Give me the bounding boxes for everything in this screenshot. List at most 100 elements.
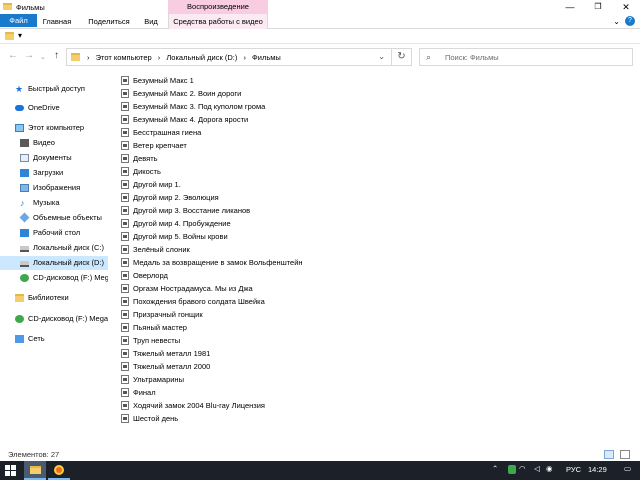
sidebar-item-label: Изображения — [33, 183, 81, 192]
sidebar-item-disk-d[interactable]: Локальный диск (D:) — [0, 256, 108, 270]
file-name: Ультрамарины — [133, 375, 184, 384]
breadcrumb-this-pc[interactable]: Этот компьютер — [96, 53, 152, 62]
documents-icon — [20, 154, 29, 162]
tab-view[interactable]: Вид — [140, 14, 162, 29]
maximize-button[interactable]: ❐ — [584, 0, 612, 14]
taskbar-explorer-button[interactable] — [24, 461, 46, 480]
sidebar-item-network[interactable]: Сеть — [0, 332, 108, 346]
pictures-icon — [20, 184, 29, 192]
up-button[interactable]: ↑ — [54, 50, 59, 61]
disk-icon — [20, 246, 29, 252]
video-file-icon — [121, 245, 129, 254]
breadcrumb-disk-d[interactable]: Локальный диск (D:) — [166, 53, 237, 62]
music-icon: ♪ — [20, 198, 25, 208]
sidebar-item-desktop[interactable]: Рабочий стол — [0, 226, 108, 240]
file-name: Безумный Макс 4. Дорога ярости — [133, 115, 249, 124]
windows-start-icon[interactable] — [5, 465, 16, 476]
recent-locations-icon[interactable]: ⌄ — [40, 53, 46, 61]
video-file-icon — [121, 349, 129, 358]
sidebar-item-label: Документы — [33, 153, 72, 162]
video-file-icon — [121, 206, 129, 215]
sidebar-item-3d-objects[interactable]: Объемные объекты — [0, 211, 108, 225]
sidebar-item-label: Локальный диск (D:) — [33, 258, 104, 267]
sidebar-item-label: CD-дисковод (F:) Meg — [33, 273, 108, 282]
file-name: Тяжелый металл 1981 — [133, 349, 211, 358]
file-name: Безумный Макс 3. Под куполом грома — [133, 102, 266, 111]
item-count: Элементов: 27 — [8, 450, 60, 459]
close-button[interactable]: ✕ — [612, 0, 640, 14]
clock[interactable]: 14:29 — [588, 465, 607, 474]
security-shield-icon[interactable] — [508, 465, 516, 474]
file-name: Ветер крепчает — [133, 141, 187, 150]
video-file-icon — [121, 362, 129, 371]
breadcrumb: › Этот компьютер › Локальный диск (D:) ›… — [87, 53, 285, 62]
sidebar-item-documents[interactable]: Документы — [0, 151, 108, 165]
sidebar-item-label: Этот компьютер — [28, 123, 85, 132]
breadcrumb-separator: › — [243, 53, 246, 62]
video-file-icon — [121, 193, 129, 202]
tab-home[interactable]: Главная — [37, 14, 77, 29]
video-icon — [20, 139, 29, 147]
cloud-icon — [15, 105, 24, 111]
disk-icon — [20, 261, 29, 267]
file-name: Другой мир 5. Войны крови — [133, 232, 228, 241]
folder-icon — [71, 53, 80, 61]
large-icons-view-icon[interactable] — [620, 450, 630, 459]
sidebar-item-onedrive[interactable]: OneDrive — [0, 101, 108, 115]
video-file-icon — [121, 414, 129, 423]
star-icon: ★ — [15, 84, 24, 94]
file-name: Тяжелый металл 2000 — [133, 362, 211, 371]
network-icon — [15, 335, 24, 343]
video-file-icon — [121, 232, 129, 241]
desktop-icon — [20, 229, 29, 237]
address-dropdown-icon[interactable]: ⌄ — [378, 52, 385, 61]
tab-file[interactable]: Файл — [0, 14, 37, 27]
video-file-icon — [121, 219, 129, 228]
folder-icon[interactable] — [5, 32, 14, 40]
navigation-bar: ← → ⌄ ↑ › Этот компьютер › Локальный дис… — [0, 45, 640, 69]
firefox-icon — [54, 465, 64, 475]
back-button[interactable]: ← — [8, 50, 18, 61]
sidebar-item-cd-drive-f[interactable]: CD-дисковод (F:) Meg — [0, 271, 108, 285]
tray-chevron-icon[interactable]: ⌃ — [492, 464, 498, 473]
sidebar-item-cd-drive-f-root[interactable]: CD-дисковод (F:) Mega — [0, 312, 108, 326]
tab-share[interactable]: Поделиться — [80, 14, 138, 29]
sidebar-item-music[interactable]: ♪ Музыка — [0, 196, 108, 210]
language-indicator[interactable]: РУС — [566, 465, 581, 474]
sidebar-item-disk-c[interactable]: Локальный диск (C:) — [0, 241, 108, 255]
sidebar-item-quick-access[interactable]: ★ Быстрый доступ — [0, 82, 108, 96]
breadcrumb-films[interactable]: Фильмы — [252, 53, 281, 62]
tab-video-tools[interactable]: Средства работы с видео — [168, 14, 268, 29]
sidebar-item-libraries[interactable]: Библиотеки — [0, 291, 108, 305]
help-icon[interactable]: ? — [625, 16, 635, 26]
sidebar-item-label: Быстрый доступ — [28, 84, 85, 93]
quick-access-dropdown-icon[interactable]: ▾ — [18, 31, 22, 40]
search-input[interactable]: ⌕ Поиск: Фильмы — [419, 48, 633, 66]
taskbar-firefox-button[interactable] — [48, 461, 70, 480]
cd-drive-icon — [15, 315, 24, 323]
forward-button[interactable]: → — [24, 50, 34, 61]
volume-icon[interactable]: ◉ — [546, 464, 553, 473]
3d-objects-icon — [19, 212, 30, 223]
video-file-icon — [121, 102, 129, 111]
file-name: Призрачный гонщик — [133, 310, 203, 319]
sidebar-item-pictures[interactable]: Изображения — [0, 181, 108, 195]
notifications-icon[interactable]: ▭ — [624, 464, 631, 473]
address-bar[interactable]: › Этот компьютер › Локальный диск (D:) ›… — [66, 48, 412, 66]
sidebar-item-downloads[interactable]: Загрузки — [0, 166, 108, 180]
speaker-icon[interactable]: ◁ — [534, 464, 540, 473]
downloads-icon — [20, 169, 29, 177]
details-view-icon[interactable] — [604, 450, 614, 459]
minimize-button[interactable]: — — [556, 0, 584, 14]
cd-drive-icon — [20, 274, 29, 282]
file-name: Девять — [133, 154, 158, 163]
refresh-button[interactable]: ↻ — [391, 49, 411, 65]
video-file-icon — [121, 89, 129, 98]
sidebar-item-video[interactable]: Видео — [0, 136, 108, 150]
sidebar-item-this-pc[interactable]: Этот компьютер — [0, 121, 108, 135]
network-icon[interactable]: ◠ — [519, 464, 526, 473]
file-name: Другой мир 3. Восстание ликанов — [133, 206, 251, 215]
folder-icon — [30, 466, 41, 474]
video-file-icon — [121, 336, 129, 345]
expand-ribbon-chevron-icon[interactable]: ⌄ — [613, 17, 620, 26]
